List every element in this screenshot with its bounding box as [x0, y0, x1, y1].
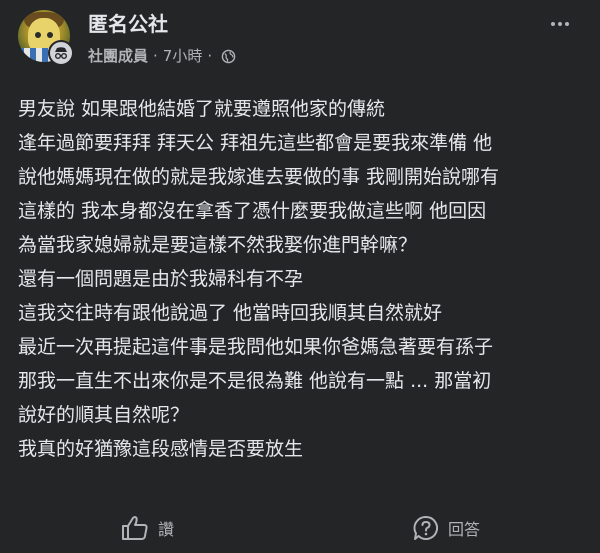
- more-dots-icon[interactable]: [542, 10, 578, 38]
- thumbs-up-icon: [122, 516, 148, 540]
- group-name[interactable]: 匿名公社: [88, 12, 168, 36]
- comment-label: 回答: [448, 520, 481, 539]
- post-line: 這我交往時有跟他說過了 他當時回我順其自然就好: [18, 302, 443, 324]
- post-time[interactable]: 7小時: [163, 46, 203, 66]
- post-line: 逢年過節要拜拜 拜天公 拜祖先這些都會是要我來準備 他: [18, 132, 493, 154]
- post-body: 男友說 如果跟他結婚了就要遵照他家的傳統 逢年過節要拜拜 拜天公 拜祖先這些都會…: [18, 92, 584, 466]
- post-header: 匿名公社 社團成員 · 7小時 ·: [18, 10, 578, 70]
- like-label: 讚: [158, 520, 175, 539]
- post-line: 這樣的 我本身都沒在拿香了憑什麼要我做這些啊 他回因: [18, 200, 487, 222]
- post-line: 我真的好猶豫這段感情是否要放生: [18, 438, 304, 460]
- post-line: 那我一直生不出來你是不是很為難 他說有一點 ... 那當初: [18, 370, 492, 392]
- like-button[interactable]: 讚: [120, 508, 174, 548]
- post-line: 為當我家媳婦就是要這樣不然我娶你進門幹嘛？: [18, 234, 418, 256]
- post-line: 說他媽媽現在做的就是我嫁進去要做的事 我剛開始說哪有: [18, 166, 500, 188]
- post-meta: 社團成員 · 7小時 ·: [88, 46, 236, 66]
- post-line: 還有一個問題是由於我婦科有不孕: [18, 268, 304, 290]
- post-card: 匿名公社 社團成員 · 7小時 · 男友說 如果跟他結婚了就要遵照他家的傳統 逢…: [0, 0, 600, 553]
- member-label: 社團成員: [88, 47, 149, 65]
- comment-button[interactable]: 回答: [412, 508, 480, 548]
- meta-separator: ·: [153, 47, 158, 65]
- globe-icon: [221, 49, 236, 63]
- comment-bubble-icon: [413, 515, 438, 540]
- post-line: 男友說 如果跟他結婚了就要遵照他家的傳統: [18, 98, 386, 120]
- meta-separator-2: ·: [207, 47, 213, 65]
- incognito-icon: [48, 40, 74, 66]
- post-line: 說好的順其自然呢？: [18, 404, 190, 426]
- post-line: 最近一次再提起這件事是我問他如果你爸媽急著要有孫子: [18, 336, 494, 358]
- avatar[interactable]: [18, 10, 76, 68]
- post-actions: 讚 回答: [0, 508, 600, 548]
